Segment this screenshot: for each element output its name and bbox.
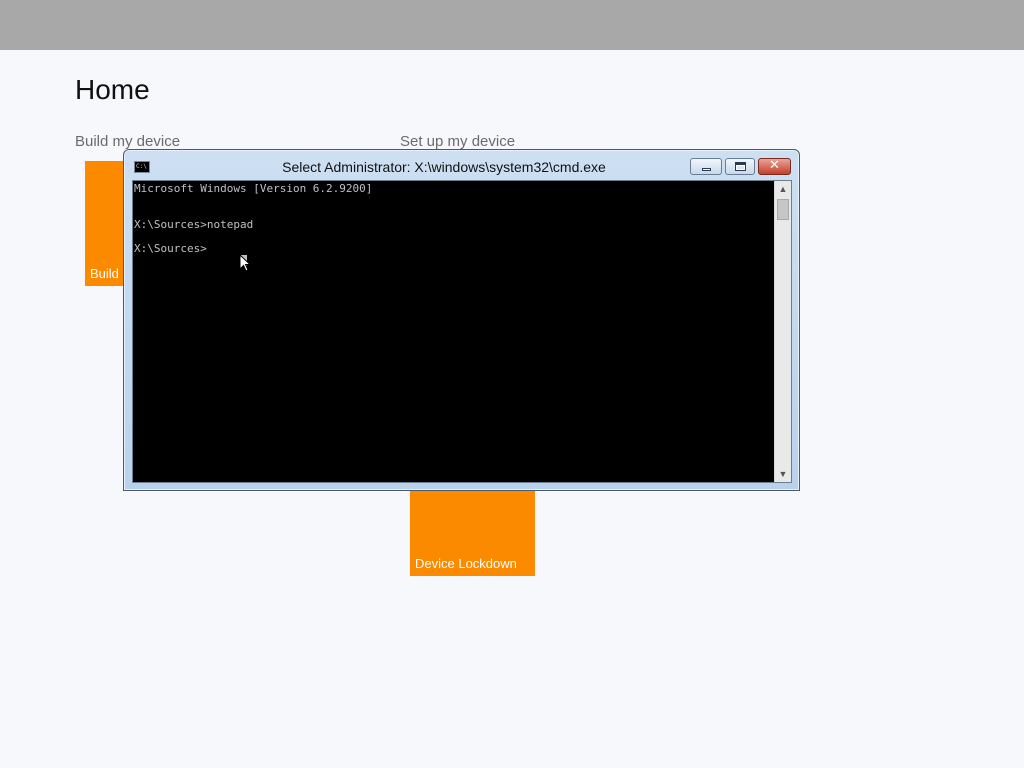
page-title: Home	[75, 74, 150, 105]
close-icon: ✕	[769, 158, 780, 173]
scroll-up-icon[interactable]: ▲	[775, 181, 791, 197]
vertical-scrollbar[interactable]: ▲ ▼	[774, 181, 791, 482]
maximize-icon	[735, 162, 746, 171]
section-label-setup: Set up my device	[400, 133, 516, 150]
tile-build-label: Build	[90, 266, 119, 281]
scroll-down-icon[interactable]: ▼	[775, 466, 791, 482]
section-label-build: Build my device	[75, 133, 181, 150]
minimize-icon	[702, 168, 711, 171]
cmd-titlebar[interactable]: C:\ Select Administrator: X:\windows\sys…	[124, 150, 799, 180]
console-line-notepad: X:\Sources>notepad	[134, 218, 254, 231]
top-bar	[0, 0, 1024, 50]
mouse-pointer-icon	[239, 254, 251, 272]
cmd-window[interactable]: C:\ Select Administrator: X:\windows\sys…	[123, 149, 800, 491]
console-line-version: Microsoft Windows [Version 6.2.9200]	[134, 182, 373, 195]
close-button[interactable]: ✕	[758, 158, 791, 175]
console-output[interactable]: Microsoft Windows [Version 6.2.9200] X:\…	[134, 182, 774, 482]
console-area[interactable]: Microsoft Windows [Version 6.2.9200] X:\…	[132, 180, 792, 483]
scroll-thumb[interactable]	[777, 199, 789, 220]
tile-device-lockdown-label: Device Lockdown	[415, 556, 517, 571]
cmd-window-title: Select Administrator: X:\windows\system3…	[282, 159, 606, 175]
minimize-button[interactable]	[690, 158, 722, 175]
console-line-prompt: X:\Sources>	[134, 242, 207, 255]
maximize-button[interactable]	[725, 158, 755, 175]
